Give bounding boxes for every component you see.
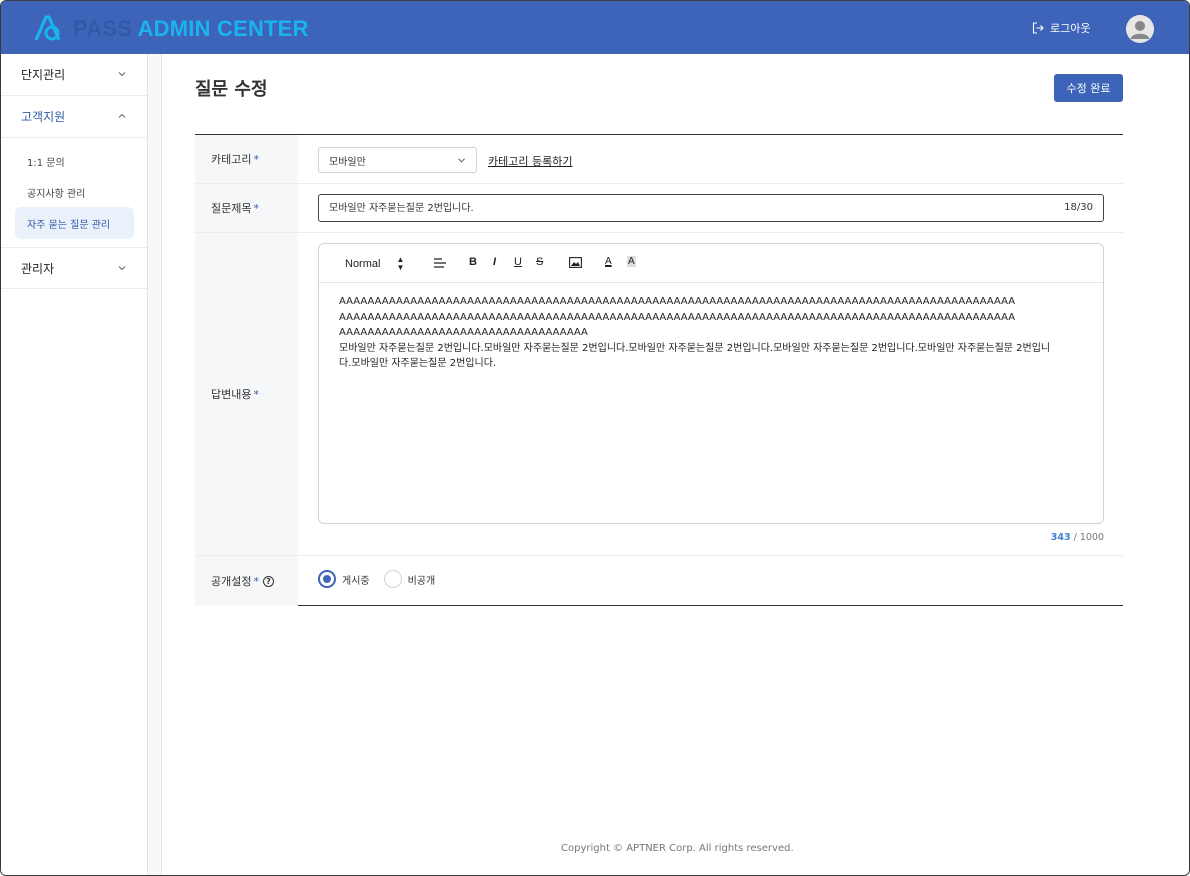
register-category-link[interactable]: 카테고리 등록하기: [488, 153, 572, 169]
footer-copyright: Copyright © APTNER Corp. All rights rese…: [561, 843, 794, 854]
answer-label: 답변내용: [211, 388, 252, 401]
format-select[interactable]: Normal ▲ ▼: [345, 256, 404, 272]
sidebar-group-complex[interactable]: 단지관리: [1, 54, 147, 96]
radio-published[interactable]: [318, 570, 336, 588]
sidebar-item-label: 1:1 문의: [27, 157, 65, 169]
sidebar: 단지관리 고객지원 1:1 문의 공지사항 관리 자주 묻는 질문 관리 관리자: [1, 54, 148, 875]
editor-line: 모바일만 자주묻는질문 2번입니다.모바일만 자주묻는질문 2번입니다.모바일만…: [339, 342, 1051, 354]
editor-line: AAAAAAAAAAAAAAAAAAAAAAAAAAAAAAAAAAAAAAAA…: [339, 296, 1016, 307]
form-row-answer: 답변내용 * Normal ▲ ▼ B I U S A A AAAAAAAAAA…: [195, 233, 1123, 556]
field-label: 공개설정 * ?: [195, 556, 298, 606]
required-mark: *: [253, 574, 259, 588]
align-icon[interactable]: [433, 257, 447, 269]
form-row-title: 질문제목* 18/30: [195, 184, 1123, 233]
required-mark: *: [253, 152, 259, 166]
page-title: 질문 수정: [195, 79, 268, 100]
rich-text-editor[interactable]: Normal ▲ ▼ B I U S A A AAAAAAAAAAAAAAAAA…: [318, 243, 1104, 524]
form-row-category: 카테고리 * 모바일만 카테고리 등록하기: [195, 135, 1123, 184]
image-icon[interactable]: [569, 257, 582, 268]
submit-edit-button[interactable]: 수정 완료: [1054, 74, 1123, 102]
form-table: 카테고리* 모바일만 카테고리 등록하기 질문제목* 18/30 답변내용*: [195, 134, 1123, 606]
field-label: 답변내용 *: [195, 233, 298, 555]
title-char-count: 18/30: [1064, 202, 1093, 213]
bold-icon[interactable]: B: [469, 256, 477, 268]
logo-text: PASS ADMIN CENTER: [73, 16, 309, 42]
sidebar-group-label: 관리자: [21, 261, 55, 276]
editor-line: 다.모바일만 자주묻는질문 2번입니다.: [339, 358, 497, 370]
question-title-field[interactable]: 18/30: [318, 194, 1104, 222]
text-color-icon[interactable]: A: [605, 256, 612, 267]
sidebar-item-notice[interactable]: 공지사항 관리: [15, 176, 134, 208]
sidebar-group-support[interactable]: 고객지원: [1, 96, 147, 138]
logout-button[interactable]: 로그아웃: [1032, 20, 1090, 36]
logout-label: 로그아웃: [1050, 22, 1091, 35]
field-label: 카테고리 *: [195, 135, 298, 183]
sidebar-group-label: 단지관리: [21, 68, 66, 82]
underline-icon[interactable]: U: [514, 256, 522, 268]
radio-published-label: 게시중: [342, 575, 370, 587]
sidebar-gutter: [148, 54, 162, 875]
category-select[interactable]: 모바일만: [318, 147, 477, 173]
chevron-up-icon: [118, 113, 126, 118]
strikethrough-icon[interactable]: S: [536, 256, 543, 268]
question-title-label: 질문제목: [211, 202, 252, 215]
avatar[interactable]: [1126, 15, 1154, 43]
sidebar-group-admin[interactable]: 관리자: [1, 247, 147, 289]
radio-private-label: 비공개: [407, 575, 436, 587]
top-header: PASS ADMIN CENTER 로그아웃: [1, 1, 1189, 54]
help-icon[interactable]: ?: [262, 575, 274, 587]
updown-icon: ▲ ▼: [396, 255, 405, 272]
logo-admin-center: ADMIN CENTER: [137, 16, 309, 41]
required-mark: *: [253, 387, 259, 401]
editor-line: AAAAAAAAAAAAAAAAAAAAAAAAAAAAAAAAAAA: [339, 327, 588, 339]
sidebar-item-label: 공지사항 관리: [27, 188, 86, 200]
sidebar-item-faq[interactable]: 자주 묻는 질문 관리: [15, 207, 134, 239]
sidebar-group-label: 고객지원: [21, 110, 66, 124]
sidebar-item-label: 자주 묻는 질문 관리: [27, 219, 111, 231]
chevron-down-icon: [118, 266, 126, 271]
answer-count-current: 343: [1050, 532, 1071, 543]
logout-icon: [1032, 22, 1044, 34]
chevron-down-icon: [458, 158, 465, 163]
background-color-icon[interactable]: A: [627, 256, 636, 267]
editor-toolbar: Normal ▲ ▼ B I U S A A: [319, 244, 1103, 283]
field-label: 질문제목 *: [195, 184, 298, 232]
visibility-label: 공개설정: [211, 575, 252, 588]
italic-icon[interactable]: I: [493, 256, 496, 268]
question-title-input[interactable]: [329, 201, 1029, 212]
editor-content[interactable]: AAAAAAAAAAAAAAAAAAAAAAAAAAAAAAAAAAAAAAAA…: [339, 294, 1084, 372]
sidebar-item-inquiry[interactable]: 1:1 문의: [15, 145, 134, 177]
category-label: 카테고리: [211, 153, 252, 166]
category-selected-value: 모바일만: [329, 156, 366, 168]
app-window: PASS ADMIN CENTER 로그아웃 단지관리 고객지원 1:1 문의 …: [0, 0, 1190, 876]
editor-line: AAAAAAAAAAAAAAAAAAAAAAAAAAAAAAAAAAAAAAAA…: [339, 311, 1016, 323]
visibility-radio-group: 게시중 비공개: [318, 570, 449, 588]
form-row-visibility: 공개설정 * ? 게시중 비공개: [195, 556, 1123, 606]
logo-icon: [34, 15, 61, 41]
radio-private[interactable]: [383, 570, 402, 588]
format-label: Normal: [345, 258, 381, 270]
chevron-down-icon: [118, 72, 126, 77]
required-mark: *: [253, 201, 259, 215]
answer-char-count: 343 / 1000: [1051, 532, 1104, 543]
logo-pass: PASS: [73, 16, 133, 41]
user-icon: [1126, 15, 1154, 43]
answer-count-max: / 1000: [1070, 532, 1104, 543]
